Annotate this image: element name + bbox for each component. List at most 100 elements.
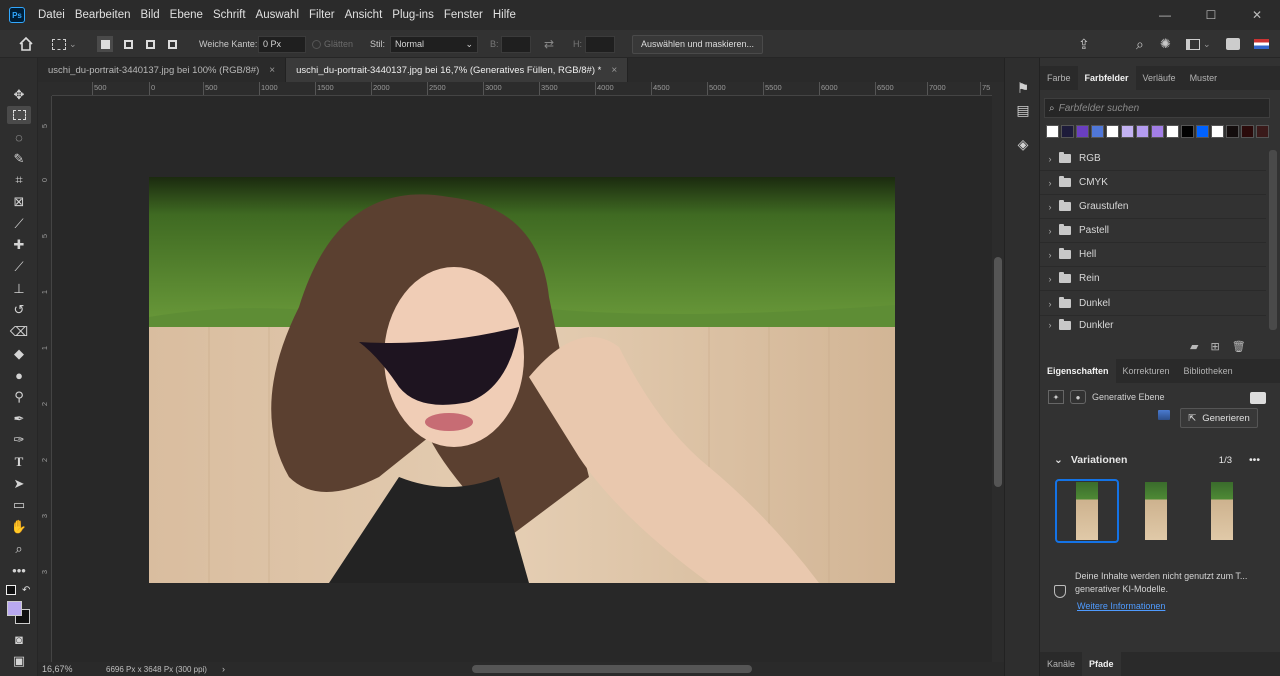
menu-hilfe[interactable]: Hilfe — [488, 0, 521, 30]
add-selection-icon[interactable] — [120, 30, 136, 58]
color-swatch[interactable] — [1076, 125, 1089, 138]
color-swatch[interactable] — [1256, 125, 1269, 138]
tab-pfade[interactable]: Pfade — [1082, 652, 1121, 676]
new-selection-icon[interactable] — [97, 30, 113, 58]
color-swatch[interactable] — [1181, 125, 1194, 138]
pen-path-tool-icon[interactable]: ✑ — [7, 431, 31, 449]
marquee-preset-icon[interactable]: ⌄ — [52, 30, 77, 58]
swatch-folder-pastell[interactable]: › Pastell — [1040, 219, 1266, 243]
menu-ebene[interactable]: Ebene — [165, 0, 208, 30]
tab-eigenschaften[interactable]: Eigenschaften — [1040, 359, 1116, 383]
more-info-link[interactable]: Weitere Informationen — [1077, 601, 1165, 611]
history-brush-tool-icon[interactable]: ↺ — [7, 301, 31, 319]
canvas-vertical-scrollbar[interactable] — [992, 82, 1004, 662]
default-colors-icon[interactable] — [6, 585, 16, 595]
color-swatch[interactable] — [1226, 125, 1239, 138]
search-icon[interactable]: ⌕ — [1136, 30, 1144, 58]
color-swatch[interactable] — [1211, 125, 1224, 138]
eyedropper-tool-icon[interactable]: ⟋ — [7, 215, 31, 233]
close-icon[interactable]: × — [269, 65, 275, 76]
swatch-folder-rgb[interactable]: › RGB — [1040, 147, 1266, 171]
quick-selection-tool-icon[interactable]: ✎ — [7, 150, 31, 168]
swatch-folder-dunkel[interactable]: › Dunkel — [1040, 292, 1266, 316]
new-swatch-icon[interactable]: ⊞ — [1210, 340, 1219, 353]
panel-menu-icon[interactable] — [1250, 392, 1266, 404]
menu-auswahl[interactable]: Auswahl — [251, 0, 304, 30]
close-icon[interactable]: ✕ — [1234, 0, 1280, 30]
color-swatch[interactable] — [1136, 125, 1149, 138]
menu-bild[interactable]: Bild — [135, 0, 164, 30]
healing-brush-tool-icon[interactable]: ✚ — [7, 236, 31, 254]
delete-icon[interactable]: 🗑 — [1232, 340, 1246, 353]
color-swatch[interactable] — [1106, 125, 1119, 138]
minimize-icon[interactable]: — — [1142, 0, 1188, 30]
swatch-folder-cmyk[interactable]: › CMYK — [1040, 171, 1266, 195]
screen-mode-icon[interactable]: ▣ — [7, 652, 31, 670]
color-swatch[interactable] — [1091, 125, 1104, 138]
color-swatch[interactable] — [1151, 125, 1164, 138]
pen-tool-icon[interactable]: ✒ — [7, 410, 31, 428]
foreground-color-icon[interactable] — [7, 601, 22, 616]
tab-bibliotheken[interactable]: Bibliotheken — [1177, 359, 1240, 383]
layers-panel-icon[interactable]: ◈ — [1012, 133, 1034, 155]
width-input[interactable] — [501, 35, 531, 53]
horizontal-scroll-thumb[interactable] — [472, 665, 752, 673]
home-icon[interactable] — [18, 30, 34, 58]
type-tool-icon[interactable]: T — [7, 453, 31, 471]
more-tools-icon[interactable]: ••• — [7, 561, 31, 579]
menu-schrift[interactable]: Schrift — [208, 0, 251, 30]
zoom-tool-icon[interactable]: ⌕ — [7, 540, 31, 558]
menu-plugins[interactable]: Plug-ins — [387, 0, 439, 30]
swatch-folder-graustufen[interactable]: › Graustufen — [1040, 195, 1266, 219]
share-icon[interactable]: ⇪ — [1078, 30, 1090, 58]
tab-kanaele[interactable]: Kanäle — [1040, 652, 1082, 676]
scroll-thumb[interactable] — [994, 257, 1002, 487]
menu-bearbeiten[interactable]: Bearbeiten — [70, 0, 136, 30]
swap-dimensions-icon[interactable]: ⇄ — [544, 30, 554, 58]
discover-bulb-icon[interactable]: ✺ — [1160, 30, 1171, 58]
tab-document-100[interactable]: uschi_du-portrait-3440137.jpg bei 100% (… — [38, 58, 287, 82]
variations-header[interactable]: ⌄ Variationen 1/3 ••• — [1054, 454, 1260, 466]
rectangle-tool-icon[interactable]: ▭ — [7, 496, 31, 514]
tab-farbe[interactable]: Farbe — [1040, 66, 1078, 90]
color-swatch[interactable] — [1166, 125, 1179, 138]
hand-tool-icon[interactable]: ✋ — [7, 518, 31, 536]
tab-korrekturen[interactable]: Korrekturen — [1116, 359, 1177, 383]
path-selection-tool-icon[interactable]: ➤ — [7, 475, 31, 493]
menu-filter[interactable]: Filter — [304, 0, 340, 30]
select-and-mask-button[interactable]: Auswählen und maskieren... — [632, 34, 764, 54]
flag-icon[interactable] — [1254, 30, 1269, 58]
new-group-icon[interactable]: ▰ — [1190, 340, 1198, 353]
canvas-area[interactable] — [52, 96, 992, 662]
style-select[interactable]: Normal ⌄ — [390, 35, 478, 53]
document-image[interactable] — [149, 177, 895, 583]
tab-farbfelder[interactable]: Farbfelder — [1077, 66, 1136, 90]
dodge-tool-icon[interactable]: ⚲ — [7, 388, 31, 406]
variation-thumbnail-3[interactable] — [1190, 479, 1254, 543]
subtract-selection-icon[interactable] — [142, 30, 158, 58]
swatch-search-input[interactable]: ⌕ Farbfelder suchen — [1044, 98, 1270, 118]
paint-bucket-tool-icon[interactable]: ◆ — [7, 345, 31, 363]
plugin-icon[interactable] — [1226, 30, 1240, 58]
feedback-icon[interactable] — [1158, 410, 1170, 420]
status-arrow-icon[interactable]: › — [222, 664, 225, 674]
more-options-icon[interactable]: ••• — [1249, 454, 1260, 466]
variation-thumbnail-1[interactable] — [1055, 479, 1119, 543]
menu-ansicht[interactable]: Ansicht — [340, 0, 388, 30]
history-panel-icon[interactable]: ⚑ — [1012, 77, 1034, 99]
color-swatch[interactable] — [1121, 125, 1134, 138]
eraser-tool-icon[interactable]: ⌫ — [7, 323, 31, 341]
comments-panel-icon[interactable]: ▤ — [1012, 99, 1034, 121]
color-swatch[interactable] — [1241, 125, 1254, 138]
tab-muster[interactable]: Muster — [1183, 66, 1225, 90]
swatch-folder-dunkler[interactable]: › Dunkler — [1040, 316, 1266, 334]
tab-document-16[interactable]: uschi_du-portrait-3440137.jpg bei 16,7% … — [286, 58, 629, 82]
tab-verlaeufe[interactable]: Verläufe — [1136, 66, 1183, 90]
marquee-tool-icon[interactable] — [7, 106, 31, 124]
feather-input[interactable]: 0 Px — [258, 35, 306, 53]
maximize-icon[interactable]: ☐ — [1188, 0, 1234, 30]
height-input[interactable] — [585, 35, 615, 53]
color-swatch[interactable] — [1046, 125, 1059, 138]
quick-mask-icon[interactable]: ◙ — [7, 630, 31, 648]
intersect-selection-icon[interactable] — [164, 30, 180, 58]
